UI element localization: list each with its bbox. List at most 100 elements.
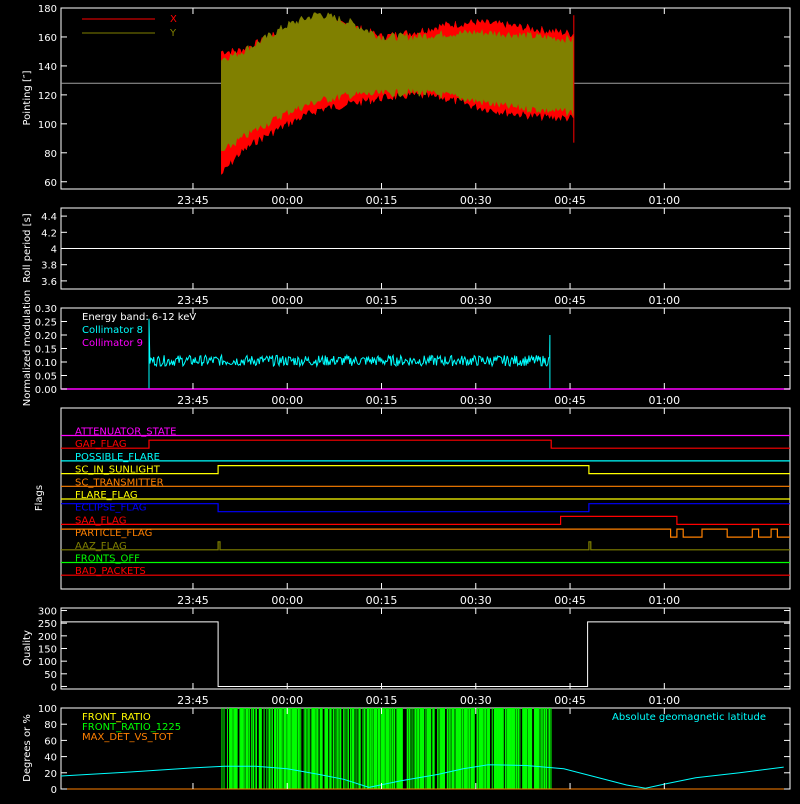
modulation-panel: 0.00 0.05 0.10 0.15 0.20 0.25 0.30 23:45 00:00 00… xyxy=(22,290,791,407)
flag-line-sc-in-sunlight xyxy=(61,465,790,475)
flag-line-aaz-flag xyxy=(61,541,790,551)
y-tick-label: 0.00 xyxy=(35,385,57,396)
flag-line-eclipse-flag xyxy=(61,503,790,513)
chart-canvas: 608010012014016018023:45 00:00 00:15 00:30 0… xyxy=(22,4,791,796)
flag-label: GAP_FLAG xyxy=(75,439,127,450)
y-tick-label: 3.6 xyxy=(41,277,57,288)
quality-ylabel: Quality xyxy=(22,630,33,666)
flags-axes: 23:45 00:00 00:15 00:30 00:45 01:00 xyxy=(177,408,680,607)
flag-label: ECLIPSE_FLAG xyxy=(75,503,146,514)
pointing-ylabel: Pointing [″] xyxy=(22,70,33,125)
flag-label: FLARE_FLAG xyxy=(75,490,138,501)
x-tick-label: 01:00 xyxy=(648,394,680,407)
flag-line-saa-flag xyxy=(61,515,790,525)
y-tick-label: 0.15 xyxy=(35,345,57,356)
energy-band-label: Energy band: 6-12 keV xyxy=(82,312,196,323)
y-tick-label: 60 xyxy=(44,178,57,189)
y-tick-label: 60 xyxy=(44,736,57,747)
x-tick-label: 23:45 xyxy=(177,694,209,707)
pointing-panel: 60 80 100 120 140 160 180 23:45 00:00 00:15 00:30 0… xyxy=(22,4,791,207)
quality-panel: 050 100150 200 250300 23:45 00:00 00:15 00:30 00… xyxy=(22,607,791,707)
y-tick-label: 80 xyxy=(44,720,57,731)
x-tick-label: 23:45 xyxy=(177,194,209,207)
legend-max-det: MAX_DET_VS_TOT xyxy=(82,732,174,743)
y-tick-label: 4.4 xyxy=(41,212,57,223)
quality-frame xyxy=(60,607,791,690)
flag-line-gap-flag xyxy=(61,439,790,449)
x-tick-label: 01:00 xyxy=(648,194,680,207)
x-tick-label: 00:15 xyxy=(366,194,398,207)
front-ratio-panel: 020406080100 Degrees or % FRONT_RATIO FR… xyxy=(22,704,791,796)
y-tick-label: 0.30 xyxy=(35,304,57,315)
flag-label: PARTICLE_FLAG xyxy=(75,528,152,539)
x-tick-label: 00:30 xyxy=(460,694,492,707)
flag-label: ATTENUATOR_STATE xyxy=(75,427,176,438)
y-tick-label: 0 xyxy=(51,682,57,693)
roll-ylabel: Roll period [s] xyxy=(22,213,33,282)
y-tick-label: 140 xyxy=(38,62,57,73)
y-tick-label: 0.20 xyxy=(35,331,57,342)
x-tick-label: 00:00 xyxy=(271,394,303,407)
x-tick-label: 00:30 xyxy=(460,294,492,307)
modulation-ylabel: Normalized modulation xyxy=(22,290,33,407)
x-tick-label: 00:15 xyxy=(366,294,398,307)
x-tick-label: 00:15 xyxy=(366,694,398,707)
x-tick-label: 00:00 xyxy=(271,694,303,707)
legend-collimator8: Collimator 8 xyxy=(82,325,143,336)
x-tick-label: 00:30 xyxy=(460,194,492,207)
modulation-data xyxy=(61,318,790,390)
y-tick-label: 100 xyxy=(38,657,57,668)
x-tick-label: 00:15 xyxy=(366,594,398,607)
collimator8-line xyxy=(148,318,551,389)
x-tick-label: 00:30 xyxy=(460,594,492,607)
x-tick-label: 01:00 xyxy=(648,694,680,707)
flag-label: FRONTS_OFF xyxy=(75,554,140,565)
y-tick-label: 200 xyxy=(38,632,57,643)
x-tick-label: 23:45 xyxy=(177,594,209,607)
flag-line-particle-flag xyxy=(61,528,790,538)
x-tick-label: 00:30 xyxy=(460,394,492,407)
x-tick-label: 00:00 xyxy=(271,294,303,307)
roll-period-panel: 3.6 3.8 4 4.2 4.4 23:45 00:00 00:15 00:30 00:45 01… xyxy=(22,207,791,307)
flags-data: ATTENUATOR_STATEGAP_FLAG POSSIBLE_FLARE SC… xyxy=(61,427,790,577)
y-tick-label: 80 xyxy=(44,149,57,160)
legend-geomag: Absolute geomagnetic latitude xyxy=(612,712,766,723)
flag-label: SAA_FLAG xyxy=(75,515,126,526)
y-tick-label: 4 xyxy=(51,245,57,256)
flags-panel: ATTENUATOR_STATEGAP_FLAG POSSIBLE_FLARE SC… xyxy=(34,407,791,607)
front-ratio-ylabel: Degrees or % xyxy=(22,714,33,782)
legend-y-label: Y xyxy=(169,28,177,39)
flag-label: AAZ_FLAG xyxy=(75,541,127,552)
x-tick-label: 00:45 xyxy=(554,194,586,207)
x-tick-label: 00:00 xyxy=(271,194,303,207)
y-tick-label: 40 xyxy=(44,753,57,764)
flags-ylabel: Flags xyxy=(34,485,45,511)
y-tick-label: 300 xyxy=(38,607,57,618)
x-tick-label: 01:00 xyxy=(648,294,680,307)
x-tick-label: 00:00 xyxy=(271,594,303,607)
legend-collimator9: Collimator 9 xyxy=(82,338,143,349)
x-tick-label: 00:45 xyxy=(554,394,586,407)
y-tick-label: 100 xyxy=(38,704,57,715)
flag-label: SC_TRANSMITTER xyxy=(75,477,164,488)
y-tick-label: 20 xyxy=(44,769,57,780)
y-tick-label: 0 xyxy=(51,785,57,796)
y-tick-label: 120 xyxy=(38,91,57,102)
y-tick-label: 3.8 xyxy=(41,261,57,272)
y-tick-label: 50 xyxy=(44,670,57,681)
y-tick-label: 0.05 xyxy=(35,372,57,383)
x-tick-label: 23:45 xyxy=(177,294,209,307)
y-tick-label: 0.25 xyxy=(35,318,57,329)
x-tick-label: 00:15 xyxy=(366,394,398,407)
flag-label: BAD_PACKETS xyxy=(75,566,146,577)
legend-x-label: X xyxy=(170,14,177,25)
y-tick-label: 0.10 xyxy=(35,358,57,369)
quality-line xyxy=(61,621,790,687)
y-tick-label: 4.2 xyxy=(41,228,57,239)
x-tick-label: 01:00 xyxy=(648,594,680,607)
x-tick-label: 00:45 xyxy=(554,594,586,607)
roll-axes: 3.6 3.8 4 4.2 4.4 23:45 00:00 00:15 00:30 00:45 01… xyxy=(41,208,790,307)
flag-label: POSSIBLE_FLARE xyxy=(75,452,160,463)
x-tick-label: 00:45 xyxy=(554,294,586,307)
x-tick-label: 00:45 xyxy=(554,694,586,707)
